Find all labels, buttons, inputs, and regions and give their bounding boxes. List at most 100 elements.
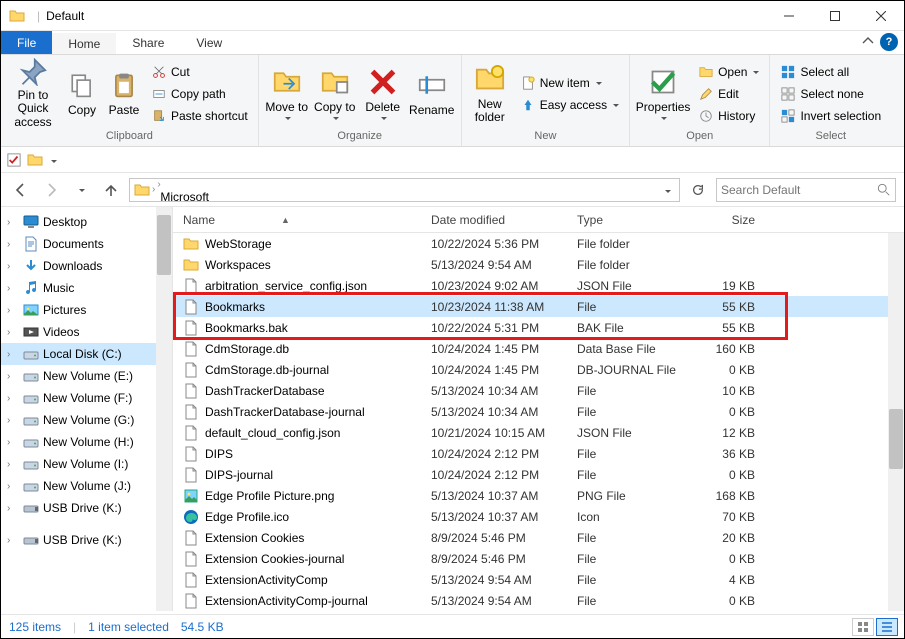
nav-downloads[interactable]: ›Downloads xyxy=(1,255,172,277)
view-thumbnails-button[interactable] xyxy=(852,618,874,636)
cut-button[interactable]: Cut xyxy=(149,62,250,82)
file-row[interactable]: default_cloud_config.json10/21/2024 10:1… xyxy=(173,422,904,443)
nav-volume-h[interactable]: ›New Volume (H:) xyxy=(1,431,172,453)
history-label: History xyxy=(718,109,755,123)
easy-access-button[interactable]: Easy access xyxy=(518,95,621,115)
pin-quick-access-button[interactable]: Pin to Quick access xyxy=(5,59,61,129)
list-scrollbar[interactable] xyxy=(888,233,904,611)
group-label-organize: Organize xyxy=(263,130,457,144)
chevron-right-icon[interactable]: › xyxy=(152,184,155,195)
file-type: File xyxy=(577,573,697,587)
file-icon xyxy=(183,551,199,567)
nav-volume-i[interactable]: ›New Volume (I:) xyxy=(1,453,172,475)
file-row[interactable]: DashTrackerDatabase-journal5/13/2024 10:… xyxy=(173,401,904,422)
file-row[interactable]: CdmStorage.db-journal10/24/2024 1:45 PMD… xyxy=(173,359,904,380)
drive-icon xyxy=(23,346,39,362)
file-row[interactable]: Edge Profile Picture.png5/13/2024 10:37 … xyxy=(173,485,904,506)
group-label-open: Open xyxy=(634,130,765,144)
col-size[interactable]: Size xyxy=(697,213,767,227)
file-row[interactable]: ExtensionActivityComp-journal5/13/2024 9… xyxy=(173,590,904,611)
edit-button[interactable]: Edit xyxy=(696,84,761,104)
file-row[interactable]: ExtensionActivityComp5/13/2024 9:54 AMFi… xyxy=(173,569,904,590)
move-to-button[interactable]: Move to xyxy=(263,59,311,129)
history-button[interactable]: History xyxy=(696,106,761,126)
file-row[interactable]: CdmStorage.db10/24/2024 1:45 PMData Base… xyxy=(173,338,904,359)
scissors-icon xyxy=(151,64,167,80)
rename-button[interactable]: Rename xyxy=(407,59,457,129)
file-row[interactable]: Workspaces5/13/2024 9:54 AMFile folder xyxy=(173,254,904,275)
status-size: 54.5 KB xyxy=(181,620,224,634)
file-row[interactable]: Edge Profile.ico5/13/2024 10:37 AMIcon70… xyxy=(173,506,904,527)
tab-home[interactable]: Home xyxy=(52,31,116,54)
col-date[interactable]: Date modified xyxy=(431,213,577,227)
paste-button[interactable]: Paste xyxy=(103,59,145,129)
copy-button[interactable]: Copy xyxy=(61,59,103,129)
col-type[interactable]: Type xyxy=(577,213,697,227)
maximize-button[interactable] xyxy=(812,1,858,31)
search-input[interactable] xyxy=(721,183,877,197)
qat-dropdown[interactable] xyxy=(49,153,57,167)
breadcrumb[interactable]: › Users›CSS›AppData›Local›Microsoft›Edge… xyxy=(129,178,680,202)
nav-label: Music xyxy=(43,281,74,295)
tab-share[interactable]: Share xyxy=(116,31,180,54)
view-details-button[interactable] xyxy=(876,618,898,636)
back-button[interactable] xyxy=(9,178,33,202)
nav-videos[interactable]: ›Videos xyxy=(1,321,172,343)
nav-local-disk-c[interactable]: ›Local Disk (C:) xyxy=(1,343,172,365)
select-none-button[interactable]: Select none xyxy=(778,84,883,104)
nav-desktop[interactable]: ›Desktop xyxy=(1,211,172,233)
minimize-button[interactable] xyxy=(766,1,812,31)
file-row[interactable]: DIPS-journal10/24/2024 2:12 PMFile0 KB xyxy=(173,464,904,485)
crumb-microsoft[interactable]: Microsoft xyxy=(157,190,217,202)
new-item-button[interactable]: New item xyxy=(518,73,621,93)
file-row[interactable]: DashTrackerDatabase5/13/2024 10:34 AMFil… xyxy=(173,380,904,401)
tab-file[interactable]: File xyxy=(1,31,52,54)
file-row[interactable]: Bookmarks.bak10/22/2024 5:31 PMBAK File5… xyxy=(173,317,904,338)
properties-button[interactable]: Properties xyxy=(634,59,692,129)
tab-view[interactable]: View xyxy=(180,31,238,54)
column-headers[interactable]: Name▲ Date modified Type Size xyxy=(173,207,904,233)
nav-usb-k[interactable]: ›USB Drive (K:) xyxy=(1,497,172,519)
open-button[interactable]: Open xyxy=(696,62,761,82)
checkbox-toggle[interactable] xyxy=(7,153,21,167)
file-row[interactable]: Extension Cookies-journal8/9/2024 5:46 P… xyxy=(173,548,904,569)
paste-shortcut-button[interactable]: Paste shortcut xyxy=(149,106,250,126)
nav-scrollbar[interactable] xyxy=(156,207,172,611)
nav-volume-g[interactable]: ›New Volume (G:) xyxy=(1,409,172,431)
file-row[interactable]: Extension Cookies8/9/2024 5:46 PMFile20 … xyxy=(173,527,904,548)
nav-usb-k-2[interactable]: ›USB Drive (K:) xyxy=(1,529,172,551)
search-box[interactable] xyxy=(716,178,896,202)
refresh-button[interactable] xyxy=(686,178,710,202)
select-all-button[interactable]: Select all xyxy=(778,62,883,82)
help-button[interactable]: ? xyxy=(880,33,898,51)
nav-pictures[interactable]: ›Pictures xyxy=(1,299,172,321)
nav-volume-j[interactable]: ›New Volume (J:) xyxy=(1,475,172,497)
collapse-ribbon-button[interactable] xyxy=(862,35,874,47)
recent-locations-button[interactable] xyxy=(69,178,93,202)
copy-to-button[interactable]: Copy to xyxy=(311,59,359,129)
file-row[interactable]: Bookmarks10/23/2024 11:38 AMFile55 KB xyxy=(173,296,904,317)
file-date: 5/13/2024 9:54 AM xyxy=(431,594,577,608)
nav-documents[interactable]: ›Documents xyxy=(1,233,172,255)
file-row[interactable]: DIPS10/24/2024 2:12 PMFile36 KB xyxy=(173,443,904,464)
col-name[interactable]: Name xyxy=(183,213,215,227)
file-type: File xyxy=(577,531,697,545)
file-row[interactable]: arbitration_service_config.json10/23/202… xyxy=(173,275,904,296)
nav-music[interactable]: ›Music xyxy=(1,277,172,299)
move-to-label: Move to xyxy=(265,101,308,114)
file-type: JSON File xyxy=(577,426,697,440)
open-label: Open xyxy=(718,65,747,79)
address-dropdown[interactable] xyxy=(663,183,671,197)
copy-path-button[interactable]: Copy path xyxy=(149,84,250,104)
nav-volume-e[interactable]: ›New Volume (E:) xyxy=(1,365,172,387)
nav-volume-f[interactable]: ›New Volume (F:) xyxy=(1,387,172,409)
copy-to-icon xyxy=(319,66,351,98)
delete-button[interactable]: Delete xyxy=(359,59,407,129)
up-button[interactable] xyxy=(99,178,123,202)
invert-selection-button[interactable]: Invert selection xyxy=(778,106,883,126)
chevron-right-icon[interactable]: › xyxy=(157,179,160,190)
close-button[interactable] xyxy=(858,1,904,31)
file-row[interactable]: WebStorage10/22/2024 5:36 PMFile folder xyxy=(173,233,904,254)
new-folder-button[interactable]: New folder xyxy=(466,59,514,129)
forward-button[interactable] xyxy=(39,178,63,202)
